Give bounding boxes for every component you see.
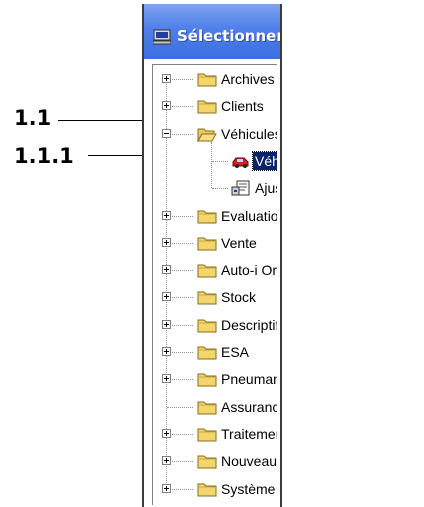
collapse-toggle[interactable] — [162, 128, 171, 138]
title-bar: Sélectionner — [144, 4, 280, 59]
selector-panel: Sélectionner Archives Clients Véhicules Véh… — [142, 4, 282, 507]
tree-view[interactable]: Archives Clients Véhicules Véhicules Ajustem… — [152, 64, 277, 505]
tree-item-label: Pneumanager — [221, 371, 277, 388]
folder-icon — [197, 289, 217, 305]
expand-toggle[interactable] — [162, 428, 171, 438]
tree-item-label: Clients — [221, 98, 264, 115]
folder-icon — [197, 262, 217, 278]
tree-item-label: Traitement de texte — [221, 425, 277, 442]
tree-item-label: Stock — [221, 289, 257, 306]
tree-connector-line — [212, 188, 228, 190]
expand-toggle[interactable] — [162, 74, 171, 83]
tree-item-label: Véhicules — [221, 125, 277, 142]
tree-connector-line — [167, 406, 193, 408]
expand-toggle[interactable] — [162, 292, 171, 302]
folder-icon — [197, 371, 217, 387]
folder-icon — [197, 98, 217, 114]
folder-icon — [197, 344, 217, 360]
tree-item[interactable]: Auto-i Organizer — [153, 260, 277, 280]
tree-item-label: Ajustement — [255, 180, 277, 197]
folder-icon — [197, 399, 217, 415]
expand-toggle[interactable] — [162, 210, 171, 220]
computer-icon — [153, 29, 171, 45]
tree-item[interactable]: Traitement de texte — [153, 424, 277, 444]
tree-item-label: Assurances — [221, 398, 277, 415]
tree-item[interactable]: Pneumanager — [153, 369, 277, 389]
folder-icon — [197, 426, 217, 442]
folder-icon — [197, 208, 217, 224]
tree-item-label: Archives — [221, 71, 275, 87]
folder-icon — [197, 481, 217, 497]
tree-item[interactable]: Véhicules — [153, 150, 277, 171]
folder-icon — [197, 235, 217, 251]
callout-label-1-1: 1.1 — [14, 106, 52, 130]
tree-item[interactable]: Ajustement — [153, 178, 277, 198]
tree-item-label: Auto-i Organizer — [221, 262, 277, 279]
expand-toggle[interactable] — [162, 265, 171, 275]
expand-toggle[interactable] — [162, 101, 171, 111]
tree-item[interactable]: Evaluation — [153, 206, 277, 226]
car-icon — [231, 153, 251, 169]
expand-toggle[interactable] — [162, 374, 171, 384]
tree-item[interactable]: ESA — [153, 342, 277, 362]
folder-icon — [197, 317, 217, 333]
tree-item[interactable]: Clients — [153, 96, 277, 116]
expand-toggle[interactable] — [162, 237, 171, 247]
settings-document-icon — [231, 180, 251, 196]
folder-icon — [197, 71, 217, 87]
window-title: Sélectionner — [177, 27, 282, 45]
tree-item-label: Nouveautés — [221, 453, 277, 470]
folder-icon — [197, 453, 217, 469]
expand-toggle[interactable] — [162, 483, 171, 493]
tree-item-label: ESA — [221, 344, 250, 360]
tree-item-label: Descriptif — [221, 316, 277, 333]
tree-connector-line — [212, 160, 228, 162]
callout-label-1-1-1: 1.1.1 — [14, 144, 74, 168]
tree-item-label: Système — [221, 480, 276, 497]
tree-item[interactable]: Véhicules — [153, 124, 277, 144]
tree-item[interactable]: Nouveautés — [153, 451, 277, 471]
tree-item-label-selected: Véhicules — [252, 150, 277, 171]
tree-item[interactable]: Système — [153, 479, 277, 499]
tree-item-label: Evaluation — [221, 207, 277, 224]
tree-item[interactable]: Descriptif — [153, 315, 277, 335]
expand-toggle[interactable] — [162, 319, 171, 329]
tree-item[interactable]: Assurances — [153, 397, 277, 417]
folder-open-icon — [197, 126, 217, 143]
tree-item[interactable]: Stock — [153, 287, 277, 307]
tree-item-label: Vente — [221, 234, 257, 251]
tree-item[interactable]: Vente — [153, 233, 277, 253]
expand-toggle[interactable] — [162, 456, 171, 466]
expand-toggle[interactable] — [162, 347, 171, 356]
tree-item[interactable]: Archives — [153, 69, 277, 89]
